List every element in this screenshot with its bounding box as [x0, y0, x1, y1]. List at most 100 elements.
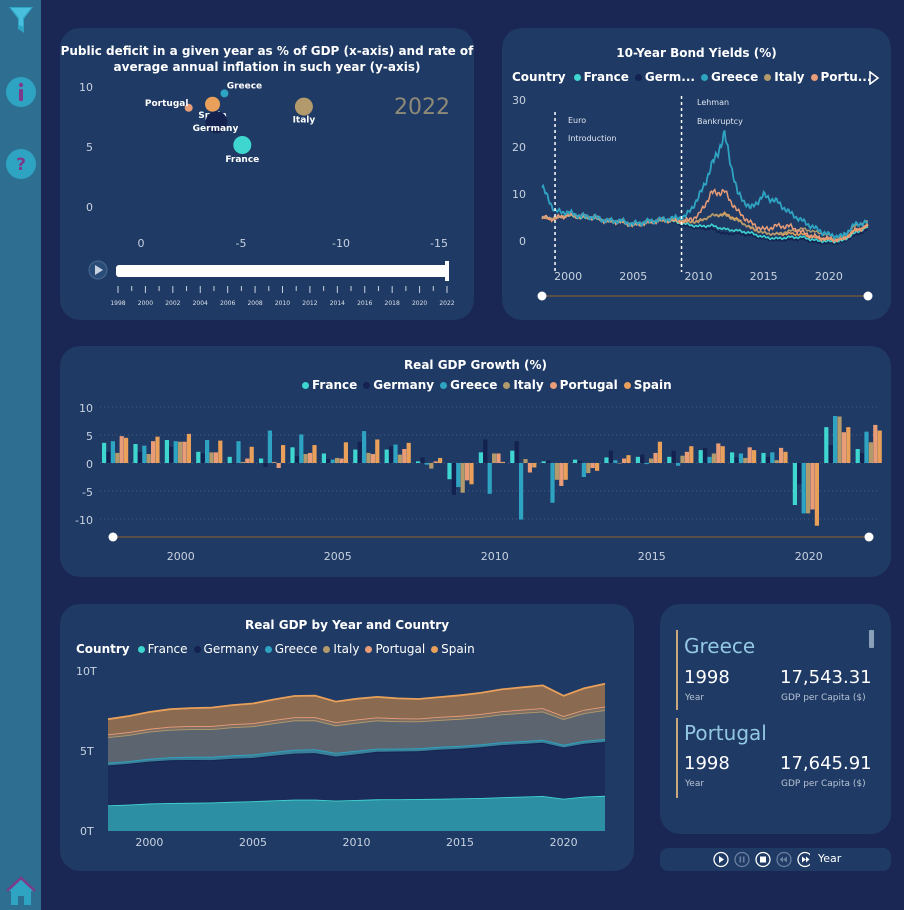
growth-bar[interactable]: [357, 441, 362, 463]
growth-bar[interactable]: [797, 463, 802, 485]
growth-bar[interactable]: [370, 454, 375, 463]
growth-bar[interactable]: [375, 439, 380, 463]
growth-bar[interactable]: [393, 444, 398, 463]
pause-icon[interactable]: [734, 851, 750, 868]
growth-bar[interactable]: [649, 458, 654, 463]
growth-bar[interactable]: [389, 446, 394, 463]
growth-bar[interactable]: [653, 452, 658, 463]
growth-bar[interactable]: [761, 452, 766, 463]
growth-bar[interactable]: [460, 463, 465, 493]
growth-bar[interactable]: [510, 450, 515, 463]
growth-bar[interactable]: [209, 452, 214, 463]
growth-bar[interactable]: [774, 460, 779, 463]
growth-bar[interactable]: [276, 463, 281, 469]
bubble-point[interactable]: [205, 96, 221, 112]
growth-bar[interactable]: [640, 454, 645, 463]
growth-bar[interactable]: [483, 439, 488, 463]
growth-bar[interactable]: [245, 458, 250, 463]
growth-bar[interactable]: [613, 460, 618, 463]
growth-bar[interactable]: [164, 440, 169, 463]
growth-bar[interactable]: [416, 461, 421, 463]
growth-bar[interactable]: [151, 441, 156, 463]
growth-bar[interactable]: [281, 445, 286, 463]
growth-bar[interactable]: [169, 446, 174, 463]
growth-bar[interactable]: [792, 463, 797, 505]
growth-bar[interactable]: [698, 450, 703, 463]
growth-bar[interactable]: [846, 427, 851, 463]
growth-bar[interactable]: [447, 463, 452, 480]
growth-bar[interactable]: [200, 453, 205, 463]
growth-bar[interactable]: [465, 463, 470, 481]
growth-bar[interactable]: [833, 415, 838, 463]
growth-bar[interactable]: [519, 463, 524, 520]
growth-bar[interactable]: [137, 451, 142, 463]
growth-bar[interactable]: [339, 458, 344, 463]
range-handle-end[interactable]: [863, 291, 873, 301]
growth-bar[interactable]: [343, 442, 348, 463]
growth-bar[interactable]: [492, 453, 497, 463]
growth-bar[interactable]: [689, 446, 694, 463]
growth-bar[interactable]: [110, 441, 115, 463]
growth-bar[interactable]: [868, 442, 873, 463]
growth-bar[interactable]: [456, 463, 461, 488]
growth-bar[interactable]: [577, 460, 582, 463]
growth-bar[interactable]: [617, 463, 622, 464]
growth-bar[interactable]: [406, 442, 411, 463]
bond-line-greece[interactable]: [541, 129, 869, 241]
growth-bar[interactable]: [559, 463, 564, 486]
growth-bar[interactable]: [806, 463, 811, 514]
growth-bar[interactable]: [429, 463, 434, 469]
growth-bar[interactable]: [335, 457, 340, 463]
growth-bar[interactable]: [635, 456, 640, 463]
growth-bar[interactable]: [667, 456, 672, 463]
growth-bar[interactable]: [814, 463, 819, 526]
growth-bar[interactable]: [824, 427, 829, 463]
growth-bar[interactable]: [496, 453, 501, 463]
growth-bar[interactable]: [249, 446, 254, 463]
growth-bar[interactable]: [115, 452, 120, 463]
growth-bar[interactable]: [218, 440, 223, 463]
growth-bar[interactable]: [657, 441, 662, 463]
growth-bar[interactable]: [330, 459, 335, 463]
growth-bar[interactable]: [326, 459, 331, 463]
growth-bar[interactable]: [205, 440, 210, 463]
growth-bar[interactable]: [487, 463, 492, 494]
growth-bar[interactable]: [747, 447, 752, 463]
growth-bar[interactable]: [178, 441, 183, 463]
growth-bar[interactable]: [402, 449, 407, 463]
growth-bar[interactable]: [765, 456, 770, 463]
growth-bar[interactable]: [366, 452, 371, 463]
growth-bar[interactable]: [155, 436, 160, 463]
growth-bar[interactable]: [119, 436, 124, 463]
play-icon[interactable]: [713, 851, 729, 868]
bubble-point[interactable]: [233, 136, 252, 154]
growth-bar[interactable]: [738, 453, 743, 463]
growth-bar[interactable]: [828, 445, 833, 463]
growth-bar[interactable]: [142, 445, 147, 463]
filter-icon[interactable]: [0, 4, 41, 36]
growth-bar[interactable]: [362, 431, 367, 463]
growth-bar[interactable]: [707, 456, 712, 463]
growth-bar[interactable]: [720, 446, 725, 463]
growth-bar[interactable]: [743, 457, 748, 463]
growth-bar[interactable]: [608, 450, 613, 463]
growth-bar[interactable]: [173, 441, 178, 463]
growth-bar[interactable]: [581, 463, 586, 477]
growth-bar[interactable]: [703, 447, 708, 463]
growth-bar[interactable]: [384, 449, 389, 463]
growth-bar[interactable]: [196, 451, 201, 463]
growth-bar[interactable]: [308, 452, 313, 463]
growth-bar[interactable]: [604, 457, 609, 463]
scrollbar[interactable]: [869, 630, 874, 648]
home-icon[interactable]: [0, 874, 41, 908]
growth-bar[interactable]: [213, 452, 218, 463]
stop-icon[interactable]: [755, 851, 771, 868]
growth-bar[interactable]: [451, 463, 456, 495]
growth-bar[interactable]: [232, 463, 237, 464]
growth-bar[interactable]: [433, 461, 438, 463]
growth-bar[interactable]: [546, 460, 551, 463]
growth-bar[interactable]: [527, 463, 532, 473]
help-icon[interactable]: ?: [0, 148, 41, 180]
growth-bar[interactable]: [424, 463, 429, 465]
year-slider-track[interactable]: [116, 265, 448, 277]
